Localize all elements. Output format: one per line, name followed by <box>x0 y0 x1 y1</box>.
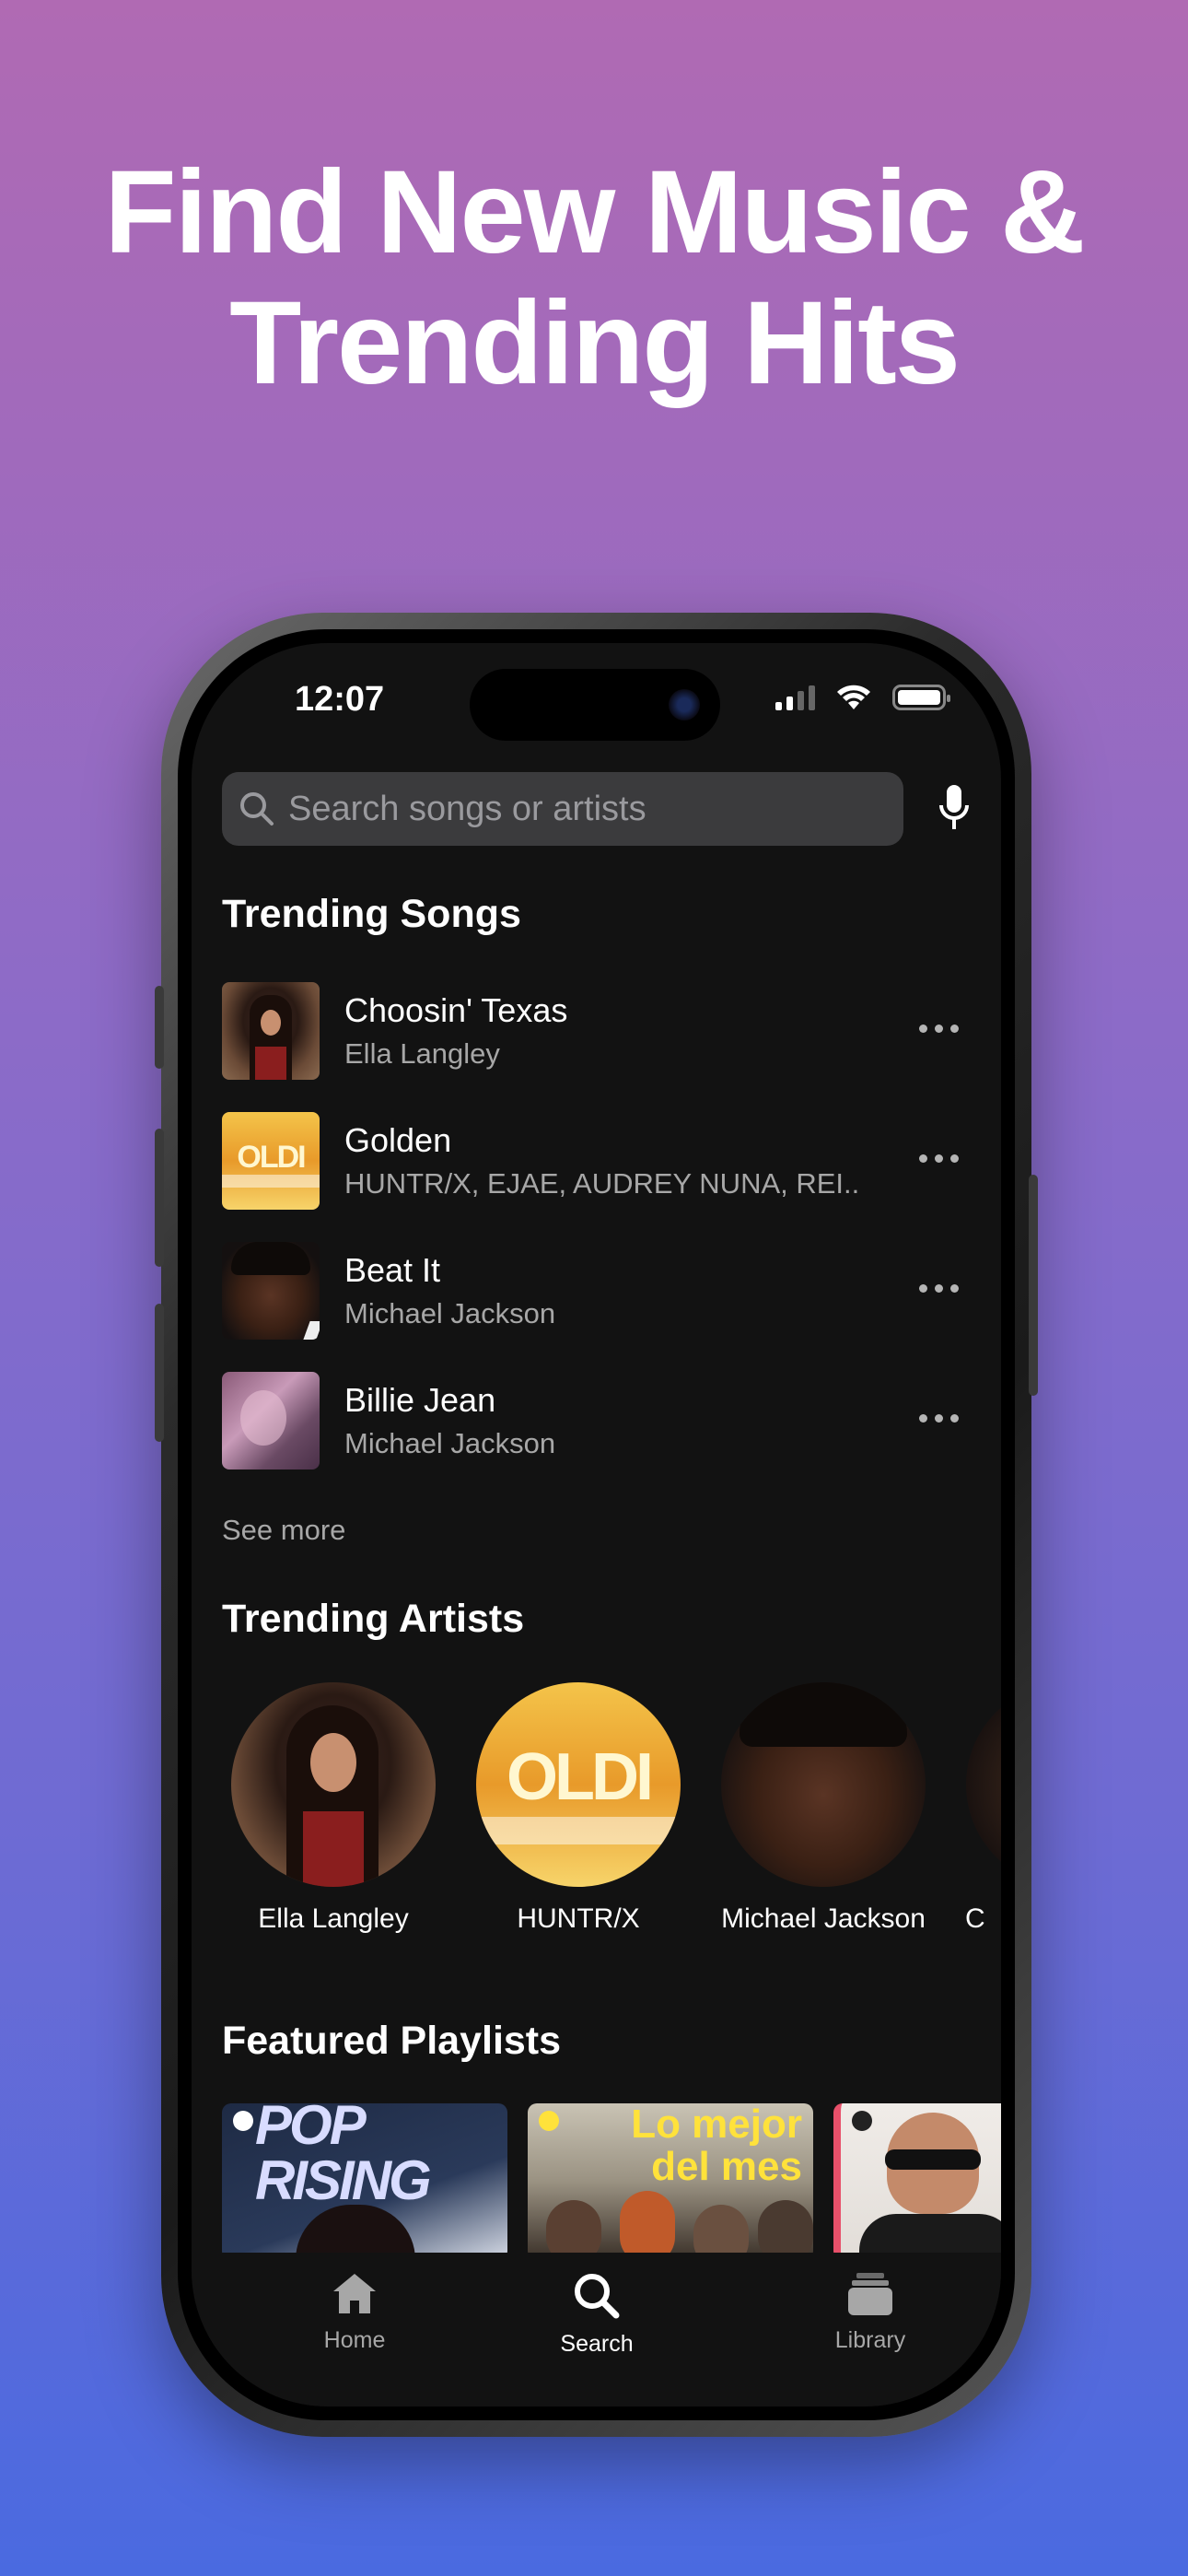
tab-home[interactable]: Home <box>281 2271 428 2354</box>
song-artist: HUNTR/X, EJAE, AUDREY NUNA, REI... <box>344 1167 860 1200</box>
tab-library[interactable]: Library <box>797 2271 944 2354</box>
microphone-icon[interactable] <box>938 783 971 835</box>
trending-songs-title: Trending Songs <box>222 892 521 936</box>
artist-avatar: OLDI <box>476 1682 681 1887</box>
battery-icon <box>892 685 950 710</box>
status-icons <box>775 684 950 711</box>
artist-name: Ella Langley <box>258 1903 409 1934</box>
featured-playlists-title: Featured Playlists <box>222 2019 562 2063</box>
song-artwork <box>222 982 320 1080</box>
song-artwork <box>222 1242 320 1340</box>
song-title: Billie Jean <box>344 1381 496 1419</box>
artist-name: C <box>965 1903 985 1934</box>
front-camera-icon <box>669 689 700 720</box>
tab-library-label: Library <box>834 2327 906 2353</box>
artist-card[interactable]: C <box>962 1682 1001 1935</box>
song-row[interactable]: Choosin' Texas Ella Langley <box>222 982 968 1083</box>
dynamic-island <box>470 669 720 741</box>
wifi-icon <box>837 685 870 709</box>
song-artist: Michael Jackson <box>344 1297 556 1329</box>
artist-card[interactable]: OLDI HUNTR/X <box>472 1682 684 1935</box>
volume-up-button <box>155 1129 164 1267</box>
artist-name: Michael Jackson <box>721 1903 926 1934</box>
headline-line-2: Trending Hits <box>229 277 961 409</box>
artist-name: HUNTR/X <box>517 1903 640 1934</box>
playlist-card[interactable]: Lo mejor del mes <box>528 2103 813 2260</box>
power-button <box>1029 1175 1038 1396</box>
spotify-icon <box>539 2111 559 2131</box>
artist-card[interactable]: Ella Langley <box>227 1682 439 1935</box>
search-icon <box>575 2274 620 2319</box>
song-title: Beat It <box>344 1251 441 1289</box>
headline: Find New Music & Trending Hits <box>0 147 1188 409</box>
trending-artists-title: Trending Artists <box>222 1597 525 1641</box>
action-button <box>155 986 164 1069</box>
see-more-link[interactable]: See more <box>222 1514 345 1547</box>
tab-search[interactable]: Search <box>523 2271 670 2358</box>
artist-avatar <box>231 1682 436 1887</box>
playlist-label: POP RISING <box>255 2103 432 2211</box>
search-input[interactable]: Search songs or artists <box>222 772 903 846</box>
song-title: Golden <box>344 1121 452 1159</box>
more-options-icon[interactable] <box>919 1284 959 1293</box>
song-artwork: OLDI <box>222 1112 320 1210</box>
playlist-card[interactable]: POP RISING <box>222 2103 507 2260</box>
library-icon <box>848 2273 892 2315</box>
cellular-signal-icon <box>775 685 815 710</box>
more-options-icon[interactable] <box>919 1414 959 1423</box>
artist-avatar <box>721 1682 926 1887</box>
more-options-icon[interactable] <box>919 1025 959 1033</box>
tab-home-label: Home <box>323 2327 386 2353</box>
song-title: Choosin' Texas <box>344 991 568 1029</box>
headline-line-1: Find New Music & <box>104 146 1085 278</box>
more-options-icon[interactable] <box>919 1154 959 1163</box>
song-artist: Ella Langley <box>344 1037 500 1070</box>
song-artwork <box>222 1372 320 1469</box>
tab-search-label: Search <box>560 2331 634 2357</box>
volume-down-button <box>155 1304 164 1442</box>
song-row[interactable]: Billie Jean Michael Jackson <box>222 1372 968 1473</box>
search-icon <box>240 792 274 825</box>
home-icon <box>333 2274 376 2313</box>
playlist-label: Lo mejor del mes <box>631 2103 802 2189</box>
spotify-icon <box>852 2111 872 2131</box>
spotify-icon <box>233 2111 253 2131</box>
tab-bar: Home Search Library <box>192 2253 1001 2406</box>
artist-avatar <box>966 1682 1001 1887</box>
status-time: 12:07 <box>295 680 385 719</box>
search-placeholder: Search songs or artists <box>288 789 646 828</box>
app-screen: 12:07 Search songs or artists Trending S… <box>192 643 1001 2406</box>
song-row[interactable]: OLDI Golden HUNTR/X, EJAE, AUDREY NUNA, … <box>222 1112 968 1213</box>
playlist-card[interactable] <box>833 2103 1001 2260</box>
song-row[interactable]: Beat It Michael Jackson <box>222 1242 968 1343</box>
song-artist: Michael Jackson <box>344 1427 556 1459</box>
artist-card[interactable]: Michael Jackson <box>717 1682 929 1935</box>
